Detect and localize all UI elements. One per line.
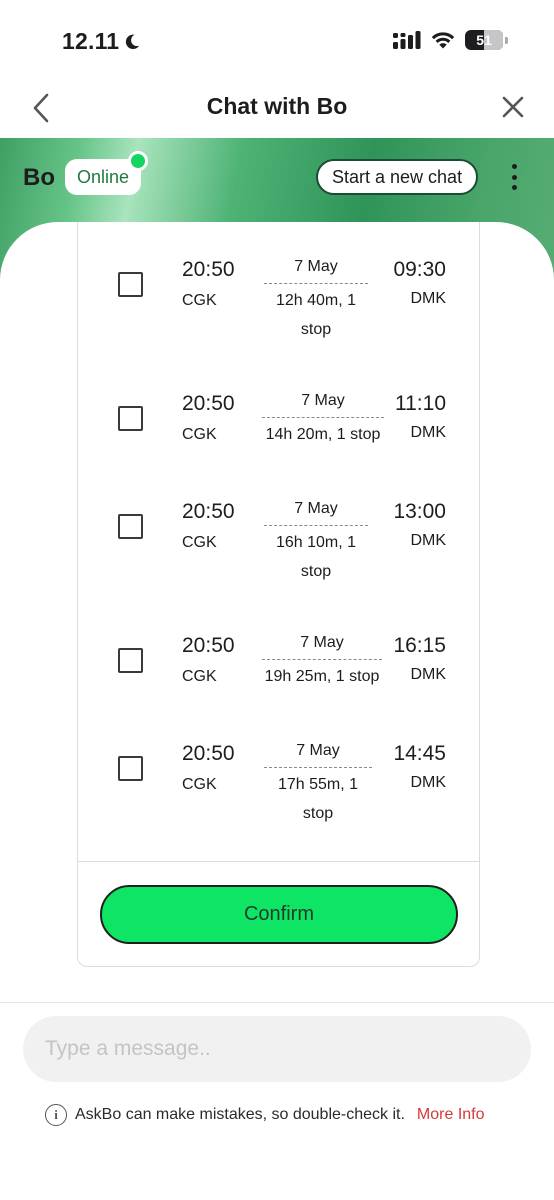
flight-details: 7 May 16h 10m, 1 stop (264, 494, 368, 586)
arrival-airport: DMK (410, 666, 446, 683)
page-title: Chat with Bo (206, 93, 348, 119)
kebab-dot (511, 185, 517, 190)
flight-duration: 16h 10m, 1 stop (275, 534, 357, 580)
chat-area: 20:50 CGK 7 May 12h 40m, 1 stop 09:30 DM… (0, 222, 554, 1002)
flight-duration: 12h 40m, 1 stop (275, 292, 357, 338)
status-indicators: 51 (393, 30, 508, 50)
flight-date: 7 May (264, 252, 368, 284)
close-button[interactable] (498, 92, 528, 122)
kebab-dot (511, 164, 517, 169)
close-icon (502, 96, 524, 118)
departure-airport: CGK (182, 668, 217, 685)
flight-option[interactable]: 20:50 CGK 7 May 16h 10m, 1 stop 13:00 DM… (78, 500, 481, 590)
flight-details: 7 May 12h 40m, 1 stop (264, 252, 368, 344)
arrival-time: 13:00 (393, 500, 446, 523)
departure-time: 20:50 (182, 742, 235, 765)
departure-time: 20:50 (182, 634, 235, 657)
arrival-airport: DMK (410, 774, 446, 791)
flight-checkbox[interactable] (118, 272, 143, 297)
flight-date: 7 May (262, 386, 384, 418)
cellular-signal-icon (393, 31, 421, 49)
disclaimer-text: AskBo can make mistakes, so double-check… (75, 1106, 405, 1123)
departure-time: 20:50 (182, 392, 235, 415)
arrival-time: 11:10 (395, 392, 446, 415)
flight-duration: 19h 25m, 1 stop (264, 668, 380, 685)
departure-time: 20:50 (182, 258, 235, 281)
flight-selection-card: 20:50 CGK 7 May 12h 40m, 1 stop 09:30 DM… (77, 222, 480, 967)
message-input[interactable] (23, 1016, 531, 1082)
disclaimer: i AskBo can make mistakes, so double-che… (45, 1104, 485, 1126)
arrival-airport: DMK (410, 424, 446, 441)
info-icon: i (45, 1104, 67, 1126)
departure-airport: CGK (182, 776, 217, 793)
battery-level-text: 51 (476, 32, 492, 48)
status-time: 12.11 (62, 28, 141, 55)
flight-date: 7 May (262, 628, 382, 660)
flight-details: 7 May 17h 55m, 1 stop (264, 736, 372, 828)
agent-name: Bo (23, 164, 55, 191)
arrival-time: 16:15 (393, 634, 446, 657)
departure-airport: CGK (182, 426, 217, 443)
departure-time: 20:50 (182, 500, 235, 523)
flight-option[interactable]: 20:50 CGK 7 May 17h 55m, 1 stop 14:45 DM… (78, 742, 481, 832)
flight-checkbox[interactable] (118, 406, 143, 431)
online-dot (128, 151, 148, 171)
more-options-button[interactable] (506, 164, 522, 190)
arrival-time: 09:30 (393, 258, 446, 281)
arrival-time: 14:45 (393, 742, 446, 765)
departure-airport: CGK (182, 534, 217, 551)
battery-icon: 51 (465, 30, 503, 50)
status-bar: 12.11 51 (0, 0, 554, 78)
flight-date: 7 May (264, 494, 368, 526)
card-divider (78, 861, 479, 862)
input-divider (0, 1002, 554, 1003)
flight-checkbox[interactable] (118, 648, 143, 673)
wifi-icon (431, 32, 455, 49)
arrival-airport: DMK (410, 290, 446, 307)
battery-tip (505, 36, 508, 44)
flight-duration: 14h 20m, 1 stop (265, 426, 381, 443)
arrival-airport: DMK (410, 532, 446, 549)
flight-option[interactable]: 20:50 CGK 7 May 19h 25m, 1 stop 16:15 DM… (78, 634, 481, 724)
flight-details: 7 May 14h 20m, 1 stop (262, 386, 384, 449)
moon-icon (126, 34, 140, 49)
status-time-text: 12.11 (62, 28, 120, 54)
flight-option[interactable]: 20:50 CGK 7 May 12h 40m, 1 stop 09:30 DM… (78, 258, 481, 348)
nav-header: Chat with Bo (0, 78, 554, 138)
confirm-button[interactable]: Confirm (100, 885, 458, 944)
kebab-dot (511, 174, 517, 180)
flight-option[interactable]: 20:50 CGK 7 May 14h 20m, 1 stop 11:10 DM… (78, 392, 481, 482)
flight-checkbox[interactable] (118, 514, 143, 539)
departure-airport: CGK (182, 292, 217, 309)
start-new-chat-button[interactable]: Start a new chat (316, 159, 479, 195)
flight-date: 7 May (264, 736, 372, 768)
flight-duration: 17h 55m, 1 stop (277, 776, 359, 822)
flight-details: 7 May 19h 25m, 1 stop (262, 628, 382, 691)
flight-checkbox[interactable] (118, 756, 143, 781)
more-info-link[interactable]: More Info (417, 1106, 485, 1124)
